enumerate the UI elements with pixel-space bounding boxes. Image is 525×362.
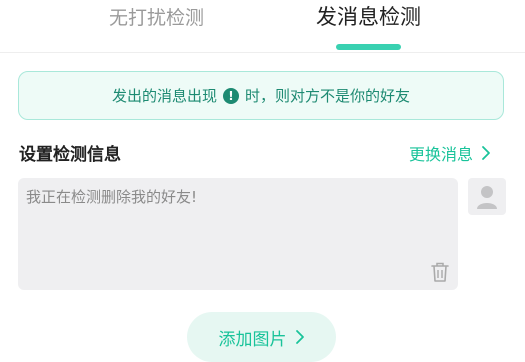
message-input-box[interactable]: 我正在检测删除我的好友! bbox=[18, 178, 458, 290]
detection-notice: 发出的消息出现 ! 时，则对方不是你的好友 bbox=[18, 71, 504, 120]
add-image-label: 添加图片 bbox=[218, 329, 287, 350]
avatar-slot[interactable] bbox=[468, 178, 506, 215]
active-tab-indicator bbox=[336, 44, 401, 50]
tab-quiet-detection[interactable]: 无打扰检测 bbox=[109, 4, 204, 32]
avatar-icon bbox=[477, 185, 497, 209]
trash-icon[interactable] bbox=[430, 261, 450, 283]
section-title: 设置检测信息 bbox=[19, 145, 121, 165]
chevron-right-icon bbox=[482, 146, 490, 160]
tab-send-message-detection[interactable]: 发消息检测 bbox=[316, 3, 421, 31]
change-message-label: 更换消息 bbox=[409, 145, 474, 164]
notice-text-before: 发出的消息出现 bbox=[111, 87, 217, 105]
add-image-button[interactable]: 添加图片 bbox=[187, 312, 336, 362]
chevron-right-icon bbox=[295, 330, 304, 344]
exclamation-icon: ! bbox=[223, 87, 239, 104]
notice-text-after: 时，则对方不是你的好友 bbox=[245, 87, 411, 105]
message-text[interactable]: 我正在检测删除我的好友! bbox=[26, 186, 197, 207]
change-message-button[interactable]: 更换消息 bbox=[409, 141, 491, 165]
tab-bar: 无打扰检测 发消息检测 bbox=[0, 0, 525, 53]
